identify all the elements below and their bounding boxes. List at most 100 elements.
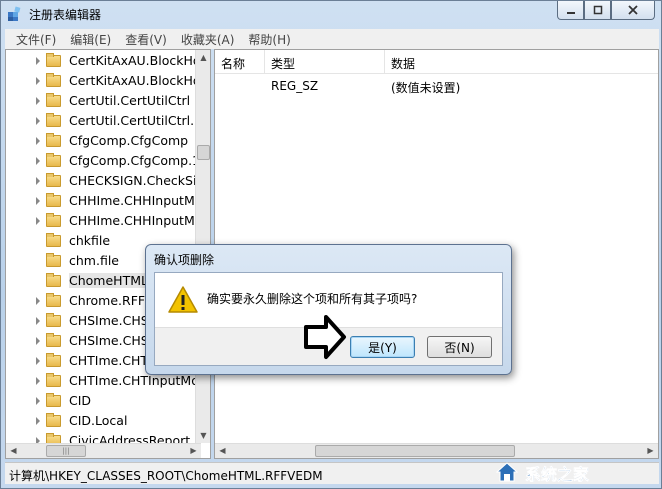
folder-icon: [46, 353, 61, 367]
list-horizontal-scrollbar[interactable]: ◀ ▶: [215, 443, 658, 458]
menu-file[interactable]: 文件(F): [9, 31, 63, 48]
menu-edit[interactable]: 编辑(E): [63, 31, 118, 48]
warning-icon: [168, 286, 198, 313]
tree-item[interactable]: CHECKSIGN.CheckSig: [6, 171, 205, 191]
no-button[interactable]: 否(N): [427, 336, 492, 358]
scroll-left-arrow-icon[interactable]: ◀: [7, 444, 20, 457]
tree-hscroll-thumb[interactable]: |||: [46, 445, 86, 457]
tree-item-label: CertUtil.CertUtilCtrl: [69, 93, 191, 108]
caption-buttons: [557, 1, 655, 20]
tree-item[interactable]: CertUtil.CertUtilCtrl: [6, 91, 201, 111]
window-title: 注册表编辑器: [29, 8, 102, 22]
expand-arrow-icon[interactable]: [36, 77, 40, 85]
expand-arrow-icon[interactable]: [36, 177, 40, 185]
tree-item-label: CID.Local: [69, 413, 128, 428]
tree-item[interactable]: CHHIme.CHHInputMo: [6, 191, 203, 211]
expand-arrow-icon[interactable]: [36, 297, 40, 305]
yes-button[interactable]: 是(Y): [350, 336, 415, 358]
folder-icon: [46, 373, 61, 387]
expand-arrow-icon[interactable]: [36, 337, 40, 345]
tree-item-label: CHHIme.CHHInputMo: [69, 193, 203, 208]
folder-icon: [46, 273, 61, 287]
menu-view[interactable]: 查看(V): [118, 31, 174, 48]
folder-icon: [46, 313, 61, 327]
folder-icon: [46, 293, 61, 307]
value-data[interactable]: (数值未设置): [391, 79, 460, 96]
expand-arrow-icon[interactable]: [36, 57, 40, 65]
expand-arrow-icon[interactable]: [36, 97, 40, 105]
tree-item-label: CHTIme.CHTInputMo: [69, 373, 199, 388]
folder-icon: [46, 133, 61, 147]
scroll-right-arrow-icon[interactable]: ▶: [187, 444, 200, 457]
expand-arrow-icon[interactable]: [36, 137, 40, 145]
folder-icon: [46, 53, 61, 67]
folder-icon: [46, 233, 61, 247]
maximize-icon: [593, 5, 602, 15]
column-header-name[interactable]: 名称: [215, 50, 265, 74]
tree-item-label: CID: [69, 393, 92, 408]
list-scroll-right-arrow-icon[interactable]: ▶: [644, 444, 657, 457]
tree-item-label: chkfile: [69, 233, 111, 248]
minimize-button[interactable]: [557, 1, 584, 20]
scroll-down-arrow-icon[interactable]: ▼: [197, 429, 210, 442]
menu-help[interactable]: 帮助(H): [241, 31, 297, 48]
folder-icon: [46, 153, 61, 167]
tree-item-label: CfgComp.CfgComp: [69, 133, 189, 148]
minimize-icon: [566, 12, 575, 14]
status-path: 计算机\HKEY_CLASSES_ROOT\ChomeHTML.RFFVEDM: [9, 469, 323, 483]
close-button[interactable]: [611, 1, 655, 20]
expand-arrow-icon[interactable]: [36, 217, 40, 225]
scroll-up-arrow-icon[interactable]: ▲: [197, 51, 210, 64]
tree-scroll-thumb[interactable]: [197, 145, 210, 160]
watermark-text: 系统之家: [525, 465, 590, 485]
tree-item[interactable]: CfgComp.CfgComp: [6, 131, 201, 151]
tree-item-label: CHHIme.CHHInputMo: [69, 213, 203, 228]
title-bar[interactable]: 注册表编辑器: [1, 1, 661, 28]
expand-arrow-icon[interactable]: [36, 317, 40, 325]
folder-icon: [46, 333, 61, 347]
tree-horizontal-scrollbar[interactable]: ◀ ||| ▶: [6, 443, 201, 458]
list-hscroll-thumb[interactable]: [315, 445, 515, 457]
tree-item[interactable]: CertUtil.CertUtilCtrl.1: [6, 111, 203, 131]
expand-arrow-icon[interactable]: [36, 197, 40, 205]
menu-favorites[interactable]: 收藏夹(A): [174, 31, 242, 48]
tree-item[interactable]: CfgComp.CfgComp.1: [6, 151, 201, 171]
tree-item[interactable]: CertKitAxAU.BlockHo: [6, 71, 201, 91]
tree-item-label: CertKitAxAU.BlockHo: [69, 53, 201, 68]
tree-item[interactable]: CID.Local: [6, 411, 201, 431]
tree-item-label: CertUtil.CertUtilCtrl.1: [69, 113, 203, 128]
list-scroll-left-arrow-icon[interactable]: ◀: [216, 444, 229, 457]
expand-arrow-icon[interactable]: [36, 377, 40, 385]
folder-icon: [46, 73, 61, 87]
folder-icon: [46, 173, 61, 187]
value-type[interactable]: REG_SZ: [271, 79, 318, 93]
registry-editor-app-icon: [8, 6, 21, 21]
expand-arrow-icon[interactable]: [36, 157, 40, 165]
column-header-data[interactable]: 数据: [385, 50, 658, 74]
column-header-type[interactable]: 类型: [265, 50, 385, 74]
tree-item-label: CertKitAxAU.BlockHo: [69, 73, 201, 88]
expand-arrow-icon[interactable]: [36, 117, 40, 125]
dialog-title: 确认项删除: [154, 253, 215, 267]
folder-icon: [46, 113, 61, 127]
expand-arrow-icon[interactable]: [36, 397, 40, 405]
expand-arrow-icon[interactable]: [36, 357, 40, 365]
tree-item-label: CHECKSIGN.CheckSig: [69, 173, 205, 188]
maximize-button[interactable]: [584, 1, 611, 20]
arrow-pointer-icon: [304, 315, 346, 359]
folder-icon: [46, 253, 61, 267]
tree-item[interactable]: CertKitAxAU.BlockHo: [6, 51, 201, 71]
tree-item-label: chm.file: [69, 253, 119, 268]
folder-icon: [46, 393, 61, 407]
tree-item[interactable]: CHHIme.CHHInputMo: [6, 211, 203, 231]
close-icon: [628, 5, 638, 15]
folder-icon: [46, 413, 61, 427]
watermark-logo: 系统之家: [493, 458, 653, 484]
tree-item[interactable]: CID: [6, 391, 201, 411]
folder-icon: [46, 93, 61, 107]
menu-bar: 文件(F) 编辑(E) 查看(V) 收藏夹(A) 帮助(H): [5, 29, 659, 49]
tree-item-label: CfgComp.CfgComp.1: [69, 153, 200, 168]
folder-icon: [46, 193, 61, 207]
expand-arrow-icon[interactable]: [36, 417, 40, 425]
dialog-message: 确实要永久删除这个项和所有其子项吗?: [207, 292, 418, 306]
